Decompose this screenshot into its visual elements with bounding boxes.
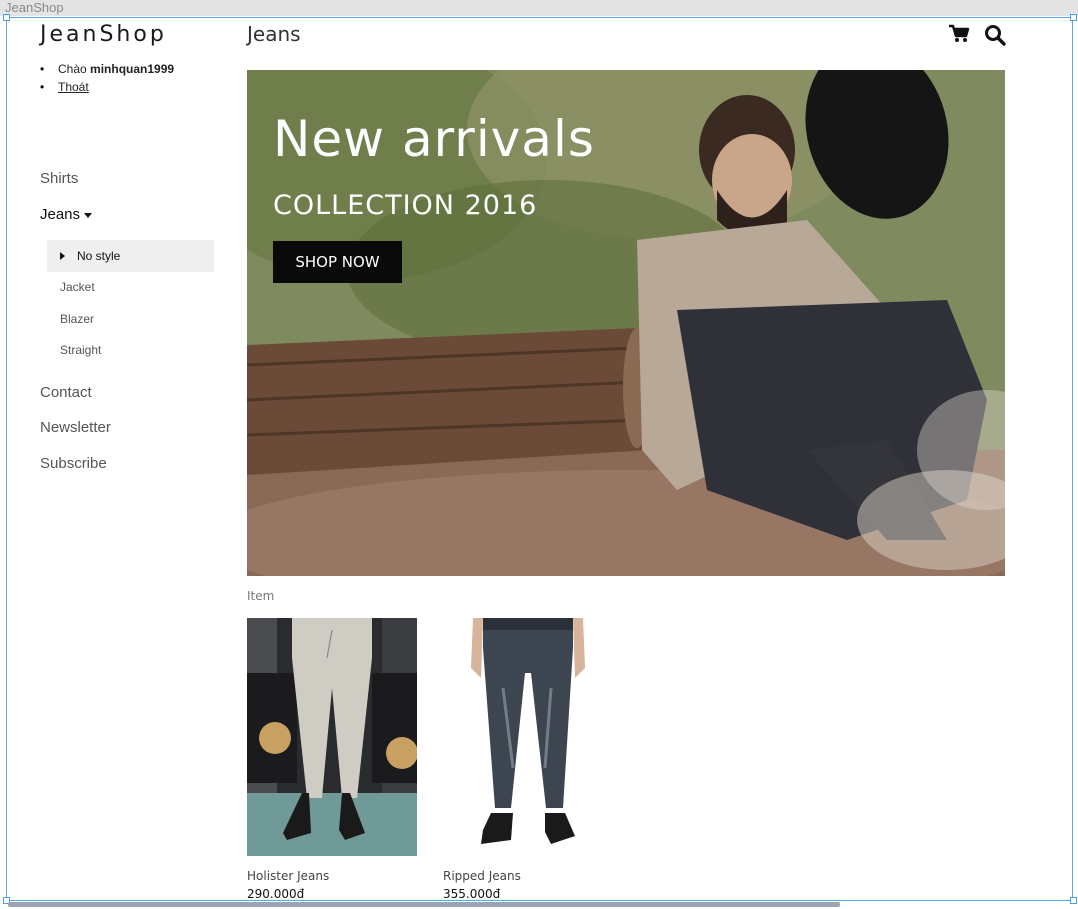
logout-link[interactable]: Thoát [58,80,89,94]
nav-item-jeans[interactable]: Jeans [40,206,93,223]
product-price: 290.000đ [247,887,305,901]
user-menu: Chào minhquan1999 Thoát [40,60,174,96]
nav-item-newsletter[interactable]: Newsletter [40,419,111,436]
product-name[interactable]: Holister Jeans [247,869,329,883]
subnav-item-no-style[interactable]: No style [47,240,214,272]
resize-handle-top-right[interactable] [1070,14,1077,21]
product-card[interactable]: Ripped Jeans 355.000đ [443,618,613,901]
shop-now-button[interactable]: SHOP NOW [273,241,402,283]
section-label: Item [247,589,275,603]
product-name[interactable]: Ripped Jeans [443,869,521,883]
username: minhquan1999 [90,62,175,76]
nav-item-jeans-label: Jeans [40,206,81,223]
logout-item: Thoát [40,78,174,96]
page-title: Jeans [247,22,301,46]
subnav-item-label: No style [77,249,121,263]
product-photo [443,618,613,856]
subnav-item-straight[interactable]: Straight [60,343,101,357]
search-icon[interactable] [984,24,1006,46]
hero-title: New arrivals [273,110,595,168]
product-card[interactable]: Holister Jeans 290.000đ [247,618,417,901]
product-image[interactable] [443,618,613,856]
caret-down-icon [84,212,93,218]
product-photo [247,618,417,856]
hero-subtitle: COLLECTION 2016 [273,190,538,221]
editor-title-bar: JeanShop [0,0,1078,16]
window-title: JeanShop [5,0,64,15]
horizontal-scrollbar[interactable] [8,902,840,907]
resize-handle-top-left[interactable] [3,14,10,21]
subnav-item-jacket[interactable]: Jacket [60,280,95,294]
greeting-prefix: Chào [58,62,87,76]
greeting-item: Chào minhquan1999 [40,60,174,78]
product-image[interactable] [247,618,417,856]
nav-item-subscribe[interactable]: Subscribe [40,455,107,472]
nav-item-shirts[interactable]: Shirts [40,170,78,187]
brand-logo[interactable]: JeanShop [40,22,167,47]
product-price: 355.000đ [443,887,501,901]
cart-icon[interactable] [948,24,970,44]
nav-item-contact[interactable]: Contact [40,384,92,401]
caret-right-icon [60,252,65,260]
hero-banner[interactable]: New arrivals COLLECTION 2016 SHOP NOW [247,70,1005,576]
resize-handle-bottom-right[interactable] [1070,897,1077,904]
subnav-item-blazer[interactable]: Blazer [60,312,94,326]
